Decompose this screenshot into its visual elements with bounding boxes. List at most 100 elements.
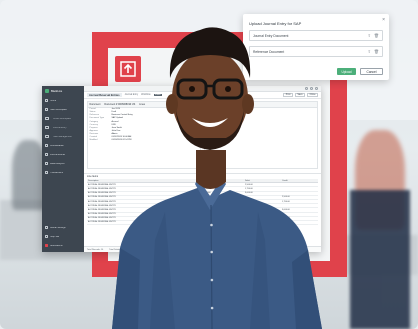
journal-entry-file-field[interactable]: Journal Entry Document ⇪ 🗑: [249, 30, 383, 41]
lines-table: Description Account Debit Credit ACCRUAL RE…: [87, 179, 318, 226]
sidebar-brand[interactable]: BlackLine: [42, 86, 84, 96]
field-value: 12,500.00: [228, 129, 238, 132]
home-icon: [45, 99, 48, 102]
sidebar-item[interactable]: Global Settings: [42, 223, 84, 232]
sidebar-item[interactable]: Transactions: [42, 168, 84, 177]
document-header: Accrual Reversal Entries Journal Entry W…: [84, 92, 321, 99]
app-window: BlackLine Home Task Workspace Close Worksp…: [42, 86, 321, 252]
swap-icon: [45, 171, 48, 174]
post-button[interactable]: Post: [283, 93, 293, 97]
sidebar-item[interactable]: Task Management: [42, 132, 84, 141]
field-value: 0.00: [228, 132, 233, 135]
field-key: Auto Reverse: [206, 117, 220, 120]
table-row[interactable]: ACCRUAL REVERSAL ENTRY 1200-0000 4,000.00: [87, 220, 318, 226]
sidebar-item-label: Task Management: [53, 135, 72, 138]
sidebar-item[interactable]: Home: [42, 96, 84, 105]
journal-icon: [45, 126, 49, 129]
field-label: Reference Document: [253, 49, 285, 54]
tasks-icon: [45, 108, 48, 111]
field-value: Ready for Review: [228, 108, 245, 111]
tab-journal-entry[interactable]: Journal Entry: [125, 94, 139, 96]
table-cell: [243, 220, 281, 226]
sidebar-item[interactable]: Consolidation: [42, 141, 84, 150]
field-value: 01/02/2024 10:00 AM: [111, 135, 132, 138]
sidebar-item-label: Consolidation: [50, 144, 64, 147]
app-footer: Total Records: 10 Total Debits: 12,500.0…: [84, 246, 321, 252]
sidebar-item-label: Transactions: [50, 171, 64, 174]
brand-logo-icon: [45, 89, 49, 93]
delete-icon[interactable]: 🗑: [374, 49, 379, 54]
upload-button[interactable]: Upload: [337, 68, 356, 75]
sidebar-item-label: Task Workspace: [50, 108, 67, 111]
field-key: Total Debits: [206, 126, 218, 129]
field-value: 02/01/2024: [228, 120, 239, 123]
field-label: Journal Entry Document: [253, 33, 289, 38]
save-button[interactable]: Save: [294, 93, 306, 97]
field-value: Accrual: [111, 120, 119, 123]
reference-file-field[interactable]: Reference Document ⇪ 🗑: [249, 46, 383, 57]
close-button[interactable]: Close: [307, 93, 318, 97]
document-actions: Post Save Close: [283, 93, 318, 97]
sidebar-item[interactable]: Task Workspace: [42, 105, 84, 114]
field-key: Period: [89, 108, 96, 111]
field-value: 12,500.00: [228, 126, 238, 129]
field-key: Comments: [206, 139, 217, 142]
tab-workflow[interactable]: Workflow: [141, 94, 150, 96]
footer-total-credits: Total Credits: 12,500.00: [136, 248, 159, 251]
field-key: Total Credits: [206, 129, 219, 132]
field-value: 2: [228, 135, 230, 138]
field-row: Comments 1: [205, 139, 317, 142]
background-chair: [350, 190, 410, 329]
sidebar-item[interactable]: Data Analytics: [42, 159, 84, 168]
cancel-button[interactable]: Cancel: [360, 68, 383, 75]
sidebar-item[interactable]: Journal Entries: [42, 150, 84, 159]
search-icon[interactable]: [305, 87, 308, 90]
panel-header-label: Lines: [139, 102, 145, 106]
field-value: John Doe: [111, 129, 121, 132]
list-icon: [45, 135, 49, 138]
analytics-icon: [45, 162, 48, 165]
field-key: Posting Date: [206, 111, 219, 114]
sidebar-item[interactable]: Close Workspace: [42, 114, 84, 123]
dialog-title: Upload Journal Entry for SAP: [249, 21, 302, 26]
panel-header-label: Document: [89, 102, 101, 106]
field-value: 0L: [228, 123, 231, 126]
field-value: Jan 2024: [111, 108, 121, 111]
panel-header-label: Attributes: [217, 102, 228, 106]
sidebar-item-label: Notifications: [50, 244, 63, 247]
field-key: Workflow Step: [206, 108, 220, 111]
field-value: Yes: [228, 117, 232, 120]
panel-header-label: Status: [206, 102, 214, 106]
row-icons: ⇪ 🗑: [368, 49, 379, 54]
sidebar-item[interactable]: Journal Entry: [42, 123, 84, 132]
upload-arrow-icon: [115, 56, 141, 82]
sidebar-item[interactable]: Notifications: [42, 241, 84, 250]
field-row: Modified 01/03/2024 02:14 PM: [88, 139, 200, 142]
table-cell: 1200-0000: [200, 220, 244, 226]
field-key: Reviewer: [89, 132, 99, 135]
sidebar-item-label: Journal Entries: [50, 153, 66, 156]
close-ws-icon: [45, 117, 49, 120]
field-value: US01: [228, 114, 234, 117]
user-avatar-icon[interactable]: [315, 87, 318, 90]
field-value: 01/03/2024 02:14 PM: [111, 139, 132, 142]
sidebar: BlackLine Home Task Workspace Close Worksp…: [42, 86, 84, 252]
bell-icon[interactable]: [310, 87, 313, 90]
sidebar-item[interactable]: Help Site: [42, 232, 84, 241]
tab-lines[interactable]: Lines: [153, 93, 163, 97]
field-key: Category: [89, 120, 98, 123]
book-icon: [45, 153, 48, 156]
delete-icon[interactable]: 🗑: [374, 33, 379, 38]
field-value: 1: [228, 139, 230, 142]
detail-panels: Document Document # 0006008190 US Lines …: [84, 99, 321, 171]
close-icon[interactable]: ×: [382, 18, 385, 23]
field-key: Document Type: [89, 117, 105, 120]
field-value: USD: [111, 123, 116, 126]
upload-icon[interactable]: ⇪: [368, 33, 371, 38]
field-value: Admin: [111, 132, 118, 135]
settings-icon: [45, 226, 48, 229]
upload-icon[interactable]: ⇪: [368, 49, 371, 54]
main-content: Accrual Reversal Entries Journal Entry W…: [84, 86, 321, 252]
field-key: Ledger: [206, 123, 213, 126]
field-key: Created: [89, 135, 97, 138]
